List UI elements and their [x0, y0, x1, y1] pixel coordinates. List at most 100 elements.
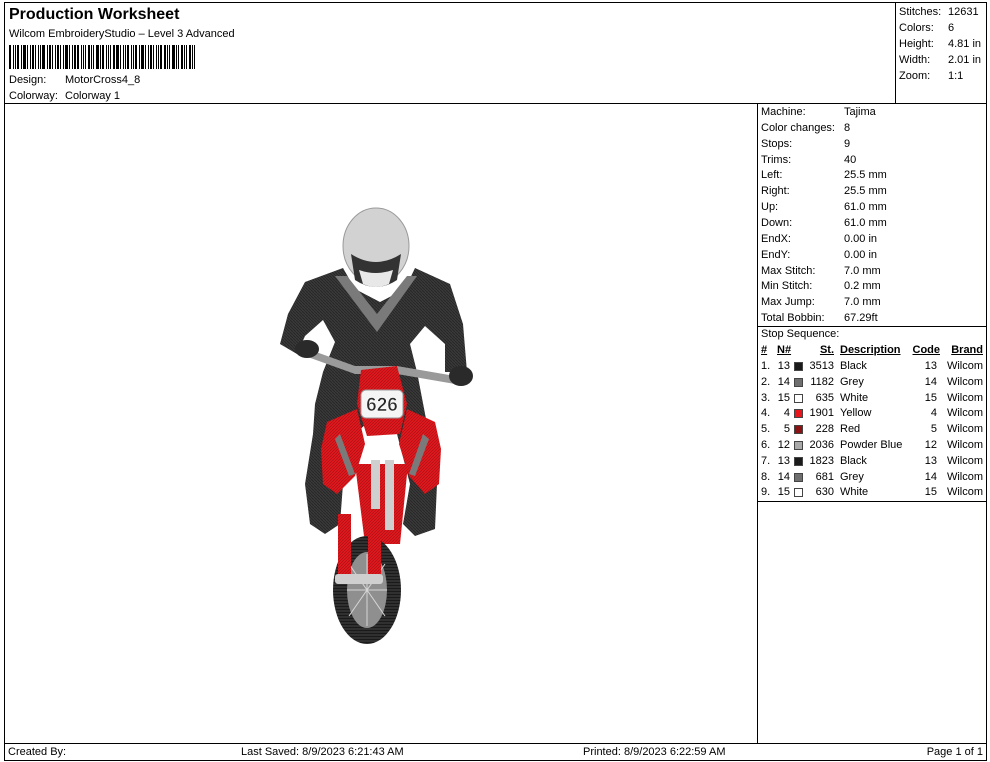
barcode-bar — [158, 45, 159, 69]
barcode-bar — [88, 45, 90, 69]
property-label: Max Jump: — [761, 296, 815, 308]
created-by: Created By: — [8, 746, 67, 758]
property-row: Left: 25.5 mm — [761, 169, 887, 181]
col-code: Code — [912, 344, 941, 356]
barcode-bar — [100, 45, 101, 69]
row-stitches: 635 — [815, 391, 834, 404]
row-num: 6. — [761, 439, 771, 451]
barcode-bar — [47, 45, 48, 69]
row-description: Red — [840, 423, 861, 436]
row-code: 14 — [924, 470, 937, 483]
barcode-bar — [172, 45, 175, 69]
row-brand: Wilcom — [946, 375, 983, 388]
summary-row: Height: 4.81 in — [899, 38, 981, 50]
barcode-bar — [74, 45, 76, 69]
row-brand: Wilcom — [946, 423, 983, 436]
row-stitches: 1182 — [810, 375, 834, 388]
worksheet-header: Production Worksheet Wilcom EmbroiderySt… — [4, 2, 896, 104]
barcode-bar — [57, 45, 59, 69]
design-preview: 626 — [4, 103, 758, 744]
barcode-bar — [23, 45, 26, 69]
row-description: Yellow — [840, 407, 872, 420]
summary-row: Colors: 6 — [899, 22, 954, 34]
stop-sequence-row: 1. 13 3513 Black 13 Wilcom — [758, 360, 986, 375]
color-swatch — [794, 472, 803, 482]
barcode-bar — [133, 45, 134, 69]
property-value: 0.00 in — [844, 249, 878, 261]
property-row: EndY: 0.00 in — [761, 249, 877, 261]
row-needle: 15 — [777, 486, 790, 499]
row-brand: Wilcom — [946, 486, 983, 499]
row-needle: 14 — [777, 470, 790, 483]
property-row: Min Stitch: 0.2 mm — [761, 280, 881, 292]
barcode-bar — [116, 45, 119, 69]
property-label: Down: — [761, 217, 793, 229]
row-num: 3. — [761, 391, 771, 404]
property-value: 25.5 mm — [844, 185, 887, 197]
page-number: Page 1 of 1 — [926, 746, 983, 758]
property-label: Max Stitch: — [761, 265, 816, 277]
barcode-bar — [120, 45, 121, 69]
property-value: Tajima — [844, 106, 876, 118]
property-value: 25.5 mm — [844, 169, 887, 181]
barcode-bar — [93, 45, 94, 69]
property-value: 40 — [844, 154, 857, 166]
barcode-bar — [30, 45, 31, 69]
barcode-bar — [77, 45, 79, 69]
property-label: Min Stitch: — [761, 280, 813, 292]
row-code: 14 — [924, 375, 937, 388]
stop-sequence-row: 8. 14 681 Grey 14 Wilcom — [758, 471, 986, 486]
stop-sequence-row: 6. 12 2036 Powder Blue 12 Wilcom — [758, 439, 986, 454]
barcode-bar — [141, 45, 144, 69]
property-label: Machine: — [761, 106, 806, 118]
row-description: Grey — [840, 470, 864, 483]
color-swatch — [794, 456, 803, 466]
barcode-bar — [189, 45, 191, 69]
barcode-bar — [91, 45, 92, 69]
row-stitches: 1901 — [809, 407, 834, 420]
row-description: Grey — [840, 375, 864, 388]
col-needle: N# — [777, 344, 792, 356]
summary-row: Width: 2.01 in — [899, 54, 981, 66]
row-stitches: 228 — [815, 423, 834, 436]
stop-sequence-row: 9. 15 630 White 15 Wilcom — [758, 486, 986, 501]
summary-value: 4.81 in — [948, 38, 982, 50]
stop-sequence-row: 7. 13 1823 Black 13 Wilcom — [758, 455, 986, 470]
summary-label: Height: — [899, 38, 934, 50]
barcode-bar — [17, 45, 19, 69]
barcode-bar — [85, 45, 86, 69]
stop-sequence-header: # N# St. Description Code Brand — [758, 344, 986, 359]
property-value: 8 — [844, 122, 851, 134]
row-num: 4. — [761, 407, 771, 420]
summary-row: Stitches: 12631 — [899, 6, 979, 18]
property-value: 67.29ft — [844, 312, 878, 324]
color-swatch — [794, 409, 803, 419]
col-brand: Brand — [951, 344, 983, 356]
barcode-bar — [176, 45, 177, 69]
barcode-bar — [102, 45, 104, 69]
summary-value: 2.01 in — [948, 54, 982, 66]
stats-panel: Machine: Tajima Color changes: 8 Stops: 9 T… — [757, 103, 987, 744]
barcode-bar — [127, 45, 129, 69]
summary-value: 1:1 — [948, 70, 964, 82]
barcode-bar — [194, 45, 195, 69]
design-label: Design: — [9, 74, 47, 86]
row-description: Powder Blue — [840, 439, 903, 451]
barcode-bar — [72, 45, 73, 69]
barcode-bar — [113, 45, 115, 69]
row-brand: Wilcom — [946, 454, 983, 467]
summary-value: 6 — [948, 22, 955, 34]
barcode-bar — [186, 45, 187, 69]
color-swatch — [794, 377, 803, 387]
barcode-bar — [108, 45, 109, 69]
property-row: EndX: 0.00 in — [761, 233, 877, 245]
row-needle: 4 — [783, 407, 790, 420]
row-code: 13 — [924, 454, 937, 467]
barcode-bar — [181, 45, 183, 69]
color-swatch — [794, 488, 803, 498]
row-stitches: 681 — [815, 470, 834, 483]
color-swatch — [794, 362, 803, 371]
barcode-bar — [169, 45, 170, 69]
row-code: 13 — [924, 360, 937, 372]
property-value: 61.0 mm — [844, 217, 887, 229]
